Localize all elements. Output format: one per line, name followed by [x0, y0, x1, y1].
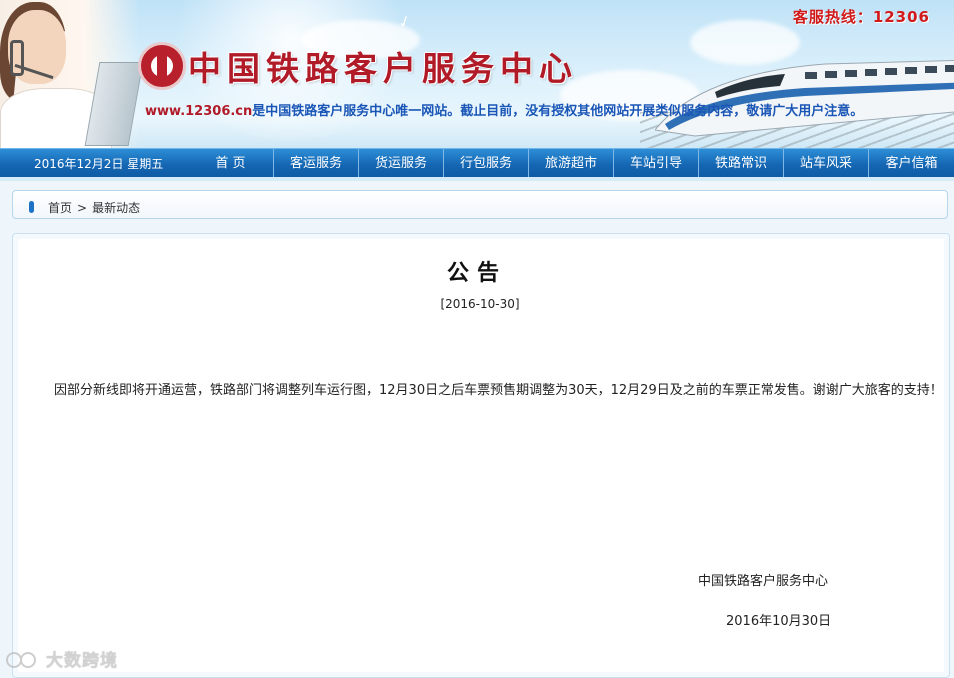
main-nav-bar: 2016年12月2日 星期五 首 页 客运服务 货运服务 行包服务 旅游超市 车…: [0, 148, 954, 178]
hotline-text: 客服热线：12306: [792, 8, 930, 26]
nav-item-station-guide[interactable]: 车站引导: [614, 149, 699, 178]
signature-org: 中国铁路客户服务中心: [698, 574, 829, 589]
breadcrumb-separator: >: [77, 201, 88, 215]
nav-item-railway-knowledge[interactable]: 铁路常识: [699, 149, 784, 178]
current-date: 2016年12月2日 星期五: [34, 157, 164, 171]
official-site-notice: www.12306.cn是中国铁路客户服务中心唯一网站。截止目前，没有授权其他网…: [145, 100, 863, 119]
nav-item-travel-market[interactable]: 旅游超市: [529, 149, 614, 178]
article-body: 因部分新线即将开通运营，铁路部门将调整列车运行图，12月30日之后车票预售期调整…: [54, 383, 943, 398]
article-title: 公告: [446, 261, 507, 286]
breadcrumb: 首页 > 最新动态: [12, 190, 948, 219]
nav-item-customer-mailbox[interactable]: 客户信箱: [869, 149, 954, 178]
nav-item-home[interactable]: 首 页: [188, 149, 274, 178]
notice-text: 是中国铁路客户服务中心唯一网站。截止目前，没有授权其他网站开展类似服务内容，敬请…: [252, 104, 864, 119]
signature-date: 2016年10月30日: [726, 614, 832, 629]
nav-menu: 首 页 客运服务 货运服务 行包服务 旅游超市 车站引导 铁路常识 站车风采 客…: [188, 149, 954, 178]
article-date: [2016-10-30]: [440, 297, 520, 311]
watermark: 大数跨境: [6, 646, 118, 671]
railway-logo-icon: [138, 42, 186, 90]
high-speed-train-image: [655, 60, 954, 137]
nav-item-station-gallery[interactable]: 站车风采: [784, 149, 869, 178]
nav-divider: [0, 177, 954, 181]
breadcrumb-path: 首页 > 最新动态: [48, 199, 140, 216]
nav-item-passenger-service[interactable]: 客运服务: [274, 149, 359, 178]
watermark-logo-icon: [6, 650, 40, 668]
breadcrumb-home-link[interactable]: 首页: [48, 201, 72, 215]
nav-item-freight-service[interactable]: 货运服务: [359, 149, 444, 178]
breadcrumb-marker-icon: [29, 201, 34, 213]
breadcrumb-current: 最新动态: [92, 201, 141, 215]
watermark-text: 大数跨境: [46, 651, 118, 671]
site-url[interactable]: www.12306.cn: [145, 104, 252, 119]
site-title: 中国铁路客户服务中心: [188, 49, 578, 88]
customer-service-agent-image: [0, 0, 144, 148]
site-banner: ✓ 中国铁路客户服务中心 www.12306.cn是中国铁路客户服务中心唯一网站…: [0, 0, 954, 148]
nav-item-luggage-service[interactable]: 行包服务: [444, 149, 529, 178]
